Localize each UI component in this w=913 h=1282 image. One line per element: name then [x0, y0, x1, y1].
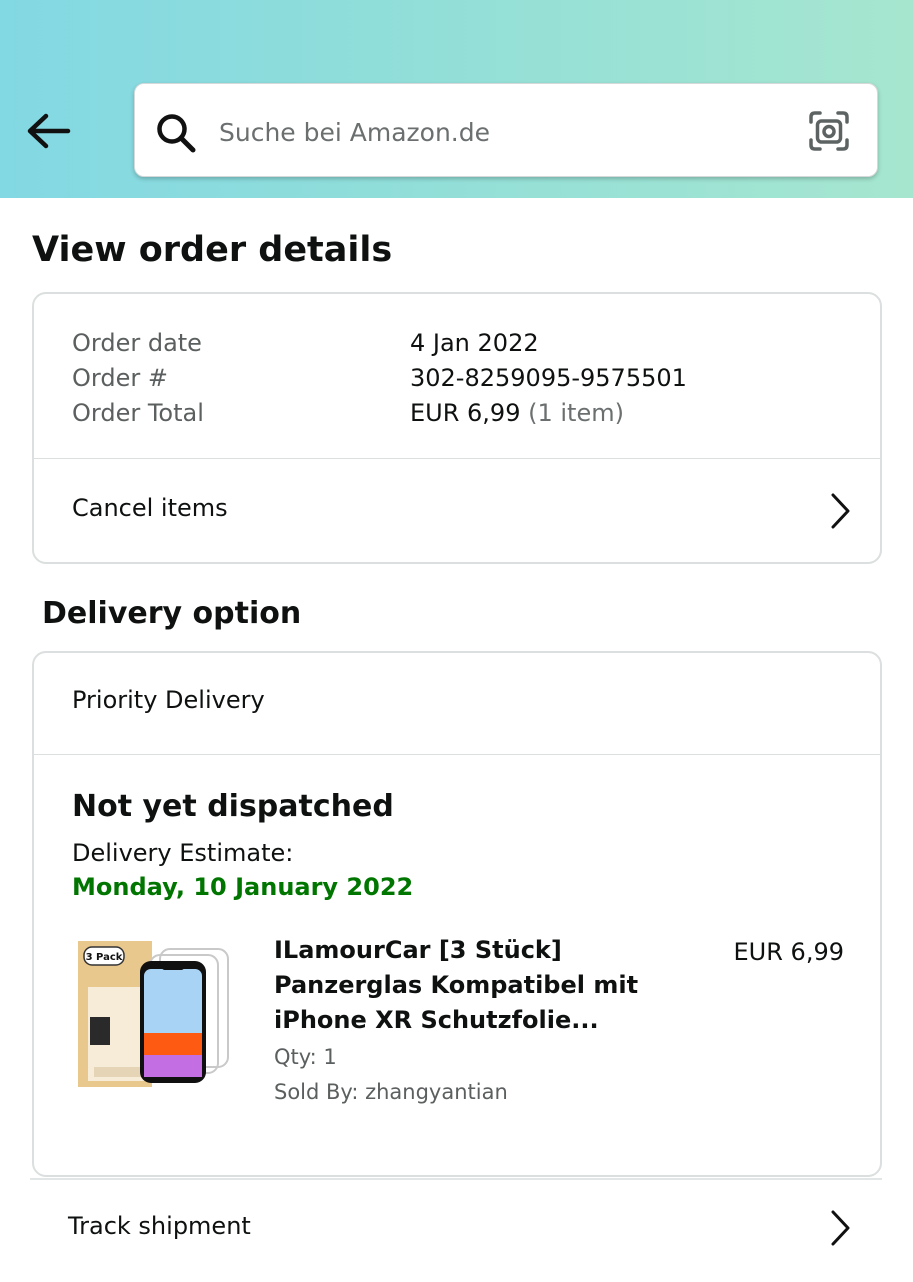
product-seller: Sold By: zhangyantian	[274, 1080, 508, 1104]
product-image-badge: 3 Pack	[86, 952, 123, 963]
delivery-estimate-label: Delivery Estimate:	[72, 839, 294, 867]
track-shipment-label: Track shipment	[68, 1212, 251, 1240]
delivery-estimate-date: Monday, 10 January 2022	[72, 873, 414, 901]
track-shipment-link[interactable]: Track shipment	[30, 1178, 882, 1282]
chevron-right-icon	[831, 1210, 850, 1246]
delivery-card: Priority Delivery Not yet dispatched Del…	[32, 651, 882, 1177]
cancel-items-label: Cancel items	[72, 494, 228, 522]
order-date-label: Order date	[72, 329, 202, 357]
header-bar	[0, 0, 913, 198]
order-total-label: Order Total	[72, 399, 204, 427]
delivery-option-label: Priority Delivery	[72, 686, 265, 714]
order-item-count: (1 item)	[528, 399, 624, 427]
chevron-right-icon	[831, 493, 850, 529]
divider	[34, 754, 880, 755]
shipment-status: Not yet dispatched	[72, 789, 394, 824]
product-image[interactable]: 3 Pack	[76, 939, 234, 1091]
product-quantity: Qty: 1	[274, 1045, 337, 1069]
page-title: View order details	[32, 230, 393, 270]
cancel-items-link[interactable]: Cancel items	[34, 459, 880, 564]
search-bar[interactable]	[134, 83, 878, 177]
product-price: EUR 6,99	[733, 938, 844, 966]
search-input[interactable]	[217, 106, 801, 158]
camera-icon[interactable]	[807, 109, 851, 153]
order-date-value: 4 Jan 2022	[410, 329, 539, 357]
product-title-link[interactable]: ILamourCar [3 Stück] Panzerglas Kompatib…	[274, 933, 644, 1038]
order-number-value: 302-8259095-9575501	[410, 364, 687, 392]
back-button[interactable]	[24, 108, 74, 154]
order-total-value: EUR 6,99 (1 item)	[410, 396, 624, 430]
search-icon[interactable]	[155, 112, 197, 154]
order-summary-card: Order date 4 Jan 2022 Order # 302-825909…	[32, 292, 882, 564]
back-arrow-icon	[27, 113, 71, 149]
order-number-label: Order #	[72, 364, 168, 392]
delivery-section-title: Delivery option	[42, 596, 302, 631]
order-total-amount: EUR 6,99	[410, 399, 521, 427]
